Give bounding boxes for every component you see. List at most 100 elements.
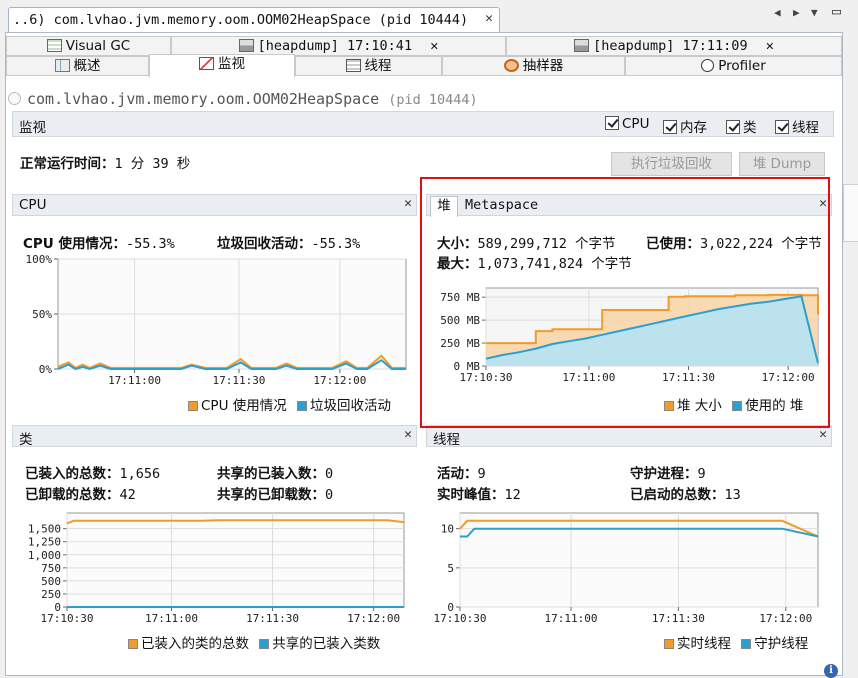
cpu-chart: 100% 50% 0% 17:11:00 17:11:30 17:12:00 — [26, 254, 407, 387]
classes-loaded-value: 1,656 — [119, 466, 161, 482]
application-title: com.lvhao.jvm.memory.oom.OOM02HeapSpace … — [8, 90, 478, 108]
plot-area — [459, 512, 819, 608]
tab-heapdump-1[interactable]: [heapdump] 17:10:41 ✕ — [171, 36, 506, 56]
cpu-panel: CPU ✕ CPU 使用情况：-55.3% 垃圾回收活动：-55.3% 100%… — [12, 194, 417, 416]
classes-unloaded-stat: 已卸载的总数：42 — [25, 487, 136, 503]
y-tick-label: 10 — [441, 523, 454, 536]
sampler-icon — [503, 59, 519, 72]
threads-legend: 实时线程 守护线程 — [664, 632, 808, 652]
document-tab[interactable]: ..6) com.lvhao.jvm.memory.oom.OOM02HeapS… — [8, 7, 500, 32]
x-tick-label: 17:10:30 — [41, 612, 94, 625]
monitor-section-bar: 监视 CPU 内存 类 线程 — [12, 111, 834, 137]
classes-shared-unloaded-value: 0 — [325, 487, 334, 503]
classes-shared-swatch — [259, 639, 270, 649]
uptime: 正常运行时间：1 分 39 秒 — [20, 156, 191, 172]
checkbox-checked-icon — [726, 120, 740, 134]
heapdump-1-close-icon[interactable]: ✕ — [430, 38, 438, 54]
y-tick-label: 1,250 — [28, 536, 61, 549]
x-tick-label: 17:11:30 — [212, 374, 265, 387]
application-pid: (pid 10444) — [388, 92, 478, 108]
gc-activity-value: -55.3% — [311, 236, 361, 252]
tab-heapdump-2[interactable]: [heapdump] 17:11:09 ✕ — [506, 36, 842, 56]
x-tick-label: 17:11:30 — [652, 612, 705, 625]
tab-visual-gc[interactable]: Visual GC — [6, 36, 171, 56]
gc-activity-swatch — [297, 401, 308, 411]
threads-daemon-swatch — [741, 639, 752, 649]
visual-gc-icon — [46, 39, 62, 52]
x-tick-label: 17:12:00 — [313, 374, 366, 387]
threads-live-value: 9 — [477, 466, 486, 482]
heapdump-icon — [238, 39, 254, 52]
document-tab-title: ..6) com.lvhao.jvm.memory.oom.OOM02HeapS… — [13, 12, 469, 28]
tab-sampler[interactable]: 抽样器 — [442, 56, 625, 76]
y-tick-label: 1,500 — [28, 523, 61, 536]
x-tick-label: 17:11:00 — [145, 612, 198, 625]
classes-shared-unloaded-stat: 共享的已卸载数：0 — [217, 487, 334, 503]
scroll-left-icon[interactable]: ◀ — [774, 6, 781, 19]
checkbox-checked-icon — [775, 120, 789, 134]
checkbox-checked-icon — [605, 116, 619, 130]
classes-legend: 已装入的类的总数 共享的已装入类数 — [128, 632, 380, 652]
monitor-section-label: 监视 — [19, 120, 46, 136]
classes-shared-loaded-value: 0 — [325, 466, 334, 482]
heap-dump-button[interactable]: 堆 Dump — [739, 152, 825, 176]
cpu-panel-close-icon[interactable]: ✕ — [404, 196, 412, 211]
threads-icon — [345, 59, 361, 72]
cpu-usage-value: -55.3% — [125, 236, 175, 252]
checkbox-classes[interactable]: 类 — [726, 116, 757, 136]
maximize-icon[interactable]: ▭ — [832, 2, 841, 20]
threads-live-swatch — [664, 639, 674, 649]
cpu-usage-swatch — [188, 401, 198, 411]
document-tab-close-icon[interactable]: ✕ — [485, 11, 493, 26]
cpu-panel-header: CPU ✕ — [12, 194, 417, 216]
threads-panel-header: 线程 ✕ — [426, 425, 832, 448]
x-tick-label: 17:11:00 — [544, 612, 597, 625]
cpu-usage-stat: CPU 使用情况：-55.3% — [23, 236, 175, 252]
checkbox-memory[interactable]: 内存 — [663, 116, 707, 136]
cpu-legend: CPU 使用情况 垃圾回收活动 — [188, 394, 391, 414]
classes-panel: 类 ✕ 已装入的总数：1,656 共享的已装入数：0 已卸载的总数：42 共享的… — [12, 425, 417, 655]
side-panel-strip[interactable] — [843, 184, 858, 242]
classes-unloaded-value: 42 — [119, 487, 136, 503]
y-tick-label: 0% — [39, 363, 53, 376]
x-tick-label: 17:11:00 — [108, 374, 161, 387]
threads-panel-title: 线程 — [433, 432, 460, 448]
perform-gc-button[interactable]: 执行垃圾回收 — [611, 152, 732, 176]
heapdump-2-close-icon[interactable]: ✕ — [766, 38, 774, 54]
tab-profiler[interactable]: Profiler — [625, 56, 842, 76]
classes-panel-title: 类 — [19, 432, 33, 448]
threads-panel-close-icon[interactable]: ✕ — [819, 427, 827, 442]
x-tick-label: 17:11:30 — [246, 612, 299, 625]
highlight-frame — [420, 177, 830, 428]
plot-area — [66, 512, 405, 608]
y-tick-label: 500 — [41, 575, 61, 588]
checkbox-threads[interactable]: 线程 — [775, 116, 819, 136]
checkbox-cpu[interactable]: CPU — [605, 116, 649, 132]
scroll-right-icon[interactable]: ▶ — [793, 6, 800, 19]
classes-loaded-swatch — [128, 639, 138, 649]
uptime-value: 1 分 39 秒 — [114, 156, 191, 172]
gc-activity-stat: 垃圾回收活动：-55.3% — [217, 236, 361, 252]
y-tick-label: 100% — [26, 254, 53, 266]
y-tick-label: 1,000 — [28, 549, 61, 562]
threads-panel: 线程 ✕ 活动：9 守护进程：9 实时峰值：12 已启动的总数：13 10 5 0 1… — [426, 425, 832, 655]
classes-panel-header: 类 ✕ — [12, 425, 417, 448]
tab-overview[interactable]: 概述 — [6, 56, 149, 76]
tab-threads[interactable]: 线程 — [295, 56, 442, 76]
y-tick-label: 50% — [32, 308, 52, 321]
y-tick-label: 750 — [41, 562, 61, 575]
classes-panel-close-icon[interactable]: ✕ — [404, 427, 412, 442]
y-tick-label: 5 — [447, 562, 454, 575]
x-tick-label: 17:12:00 — [759, 612, 812, 625]
tab-list-icon[interactable]: ▼ — [811, 6, 818, 19]
classes-chart: 1,5001,2501,000750500250017:10:30 17:11:0… — [28, 512, 405, 625]
classes-shared-loaded-stat: 共享的已装入数：0 — [217, 466, 334, 482]
profiler-clock-icon — [701, 59, 715, 72]
tab-monitor[interactable]: 监视 — [149, 54, 295, 78]
threads-started-value: 13 — [724, 487, 741, 503]
classes-loaded-stat: 已装入的总数：1,656 — [25, 466, 161, 482]
x-tick-label: 17:12:00 — [347, 612, 400, 625]
application-status-icon — [8, 92, 21, 105]
overview-icon — [54, 59, 70, 72]
threads-live-stat: 活动：9 — [437, 466, 486, 482]
